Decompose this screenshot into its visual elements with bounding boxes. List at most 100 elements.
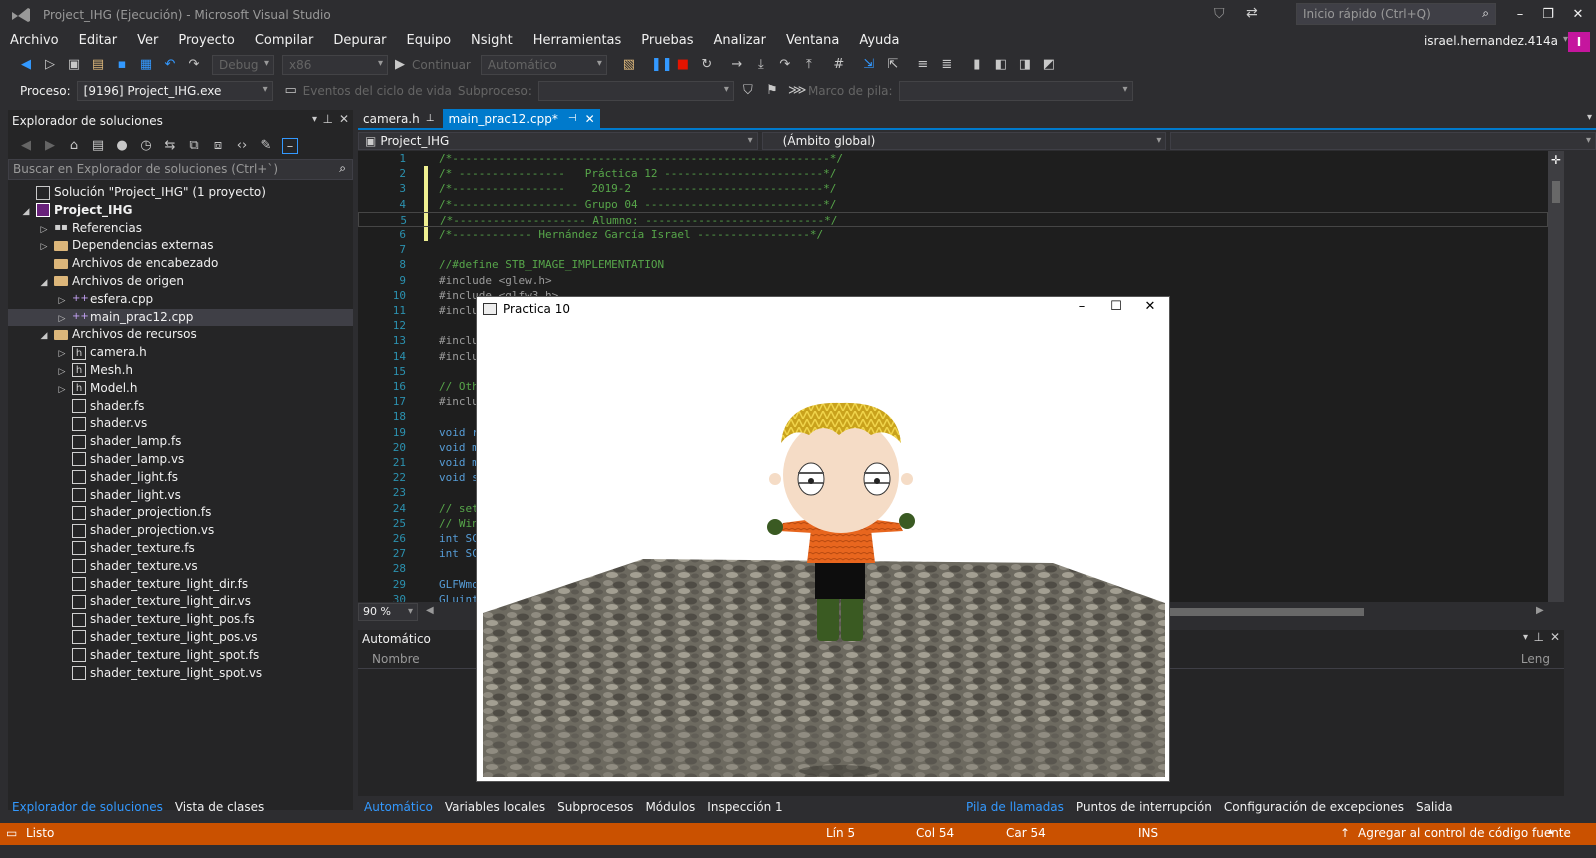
scroll-thumb[interactable] (1552, 181, 1560, 203)
clear-bookmarks-icon[interactable]: ◩ (1041, 57, 1057, 73)
debug-tab[interactable]: Inspección 1 (701, 797, 788, 817)
save-all-icon[interactable]: ▦ (138, 57, 154, 73)
solution-search-input[interactable]: Buscar en Explorador de soluciones (Ctrl… (8, 159, 353, 180)
hex-display-icon[interactable]: # (831, 57, 847, 73)
flag-icon[interactable]: ⚑ (764, 83, 780, 99)
back-icon[interactable]: ◀ (18, 138, 34, 154)
menu-item[interactable]: Compilar (245, 30, 323, 52)
column-name-header[interactable]: Nombre (372, 652, 420, 666)
avatar[interactable]: I (1568, 32, 1590, 52)
flag-filter-icon[interactable]: ⛉ (740, 83, 756, 99)
tree-item[interactable]: ◢ Archivos de origen (8, 273, 353, 291)
tree-item[interactable]: shader_texture_light_dir.fs (8, 576, 353, 594)
column-language-header[interactable]: Leng (1521, 652, 1550, 666)
tree-item[interactable]: shader_texture_light_spot.fs (8, 647, 353, 665)
lifecycle-events-button[interactable]: Eventos del ciclo de vida (303, 84, 452, 98)
tree-item[interactable]: shader_texture.fs (8, 540, 353, 558)
game-minimize-button[interactable]: – (1065, 297, 1099, 317)
menu-item[interactable]: Equipo (397, 30, 462, 52)
prev-bookmark-icon[interactable]: ◧ (993, 57, 1009, 73)
debug-tab[interactable]: Puntos de interrupción (1070, 797, 1218, 817)
tree-item[interactable]: ▷ h camera.h (8, 344, 353, 362)
attach-icon[interactable]: ▧ (621, 57, 637, 73)
chevron-down-icon[interactable]: ▾ (1523, 632, 1528, 643)
code-line[interactable]: 7 (358, 242, 1548, 257)
code-line[interactable]: 5 /*-------------------- Alumno: --------… (358, 211, 1548, 227)
menu-item[interactable]: Pruebas (631, 30, 703, 52)
stack-frame-dropdown[interactable] (898, 81, 1133, 101)
menu-item[interactable]: Editar (69, 30, 128, 52)
save-icon[interactable]: ▪ (114, 57, 130, 73)
restart-icon[interactable]: ↻ (699, 57, 715, 73)
thread-dropdown[interactable] (537, 81, 734, 101)
close-icon[interactable]: ✕ (585, 109, 595, 129)
tree-item[interactable]: shader_light.fs (8, 469, 353, 487)
code-line[interactable]: 8 //#define STB_IMAGE_IMPLEMENTATION (358, 257, 1548, 272)
tree-item[interactable]: shader_lamp.vs (8, 451, 353, 469)
threads-icon[interactable]: ⇲ (861, 57, 877, 73)
quick-launch-input[interactable]: Inicio rápido (Ctrl+Q) ⌕ (1296, 3, 1496, 25)
code-line[interactable]: 3 /*----------------- 2019-2 ------------… (358, 181, 1548, 196)
tree-item[interactable]: shader_texture_light_spot.vs (8, 665, 353, 683)
tree-item[interactable]: shader_light.vs (8, 487, 353, 505)
pin-icon[interactable]: ⊥ (1534, 630, 1544, 644)
tree-item[interactable]: shader_texture_light_dir.vs (8, 593, 353, 611)
show-threads-icon[interactable]: ⋙ (788, 83, 807, 99)
user-name[interactable]: israel.hernandez.414a (1424, 34, 1558, 48)
tree-item[interactable]: Solución "Project_IHG" (1 proyecto) (8, 184, 353, 202)
menu-item[interactable]: Analizar (703, 30, 775, 52)
debug-tab[interactable]: Subprocesos (551, 797, 639, 817)
zoom-dropdown[interactable]: 90 % (358, 603, 418, 621)
forward-icon[interactable]: ▶ (42, 138, 58, 154)
render-canvas[interactable] (483, 323, 1165, 777)
properties-icon[interactable]: ✎ (258, 138, 274, 154)
menu-item[interactable]: Ver (127, 30, 168, 52)
code-line[interactable]: 9 #include <glew.h> (358, 273, 1548, 288)
continue-button[interactable]: Continuar (412, 58, 471, 72)
debug-tab[interactable]: Módulos (639, 797, 701, 817)
platform-dropdown[interactable]: x86 (282, 55, 388, 75)
debug-target-dropdown[interactable]: Automático (480, 55, 607, 75)
next-bookmark-icon[interactable]: ◨ (1017, 57, 1033, 73)
show-next-statement-icon[interactable]: → (729, 57, 745, 73)
process-dropdown[interactable]: [9196] Project_IHG.exe (76, 81, 273, 101)
close-icon[interactable]: ✕ (1550, 630, 1560, 644)
menu-item[interactable]: Ventana (776, 30, 849, 52)
split-icon[interactable]: ✛ (1550, 153, 1562, 167)
editor-vertical-scrollbar[interactable]: ✛ (1548, 151, 1564, 602)
stop-icon[interactable]: ■ (675, 57, 691, 73)
debug-tab[interactable]: Automático (358, 797, 439, 817)
collapse-all-icon[interactable]: ⧉ (186, 138, 202, 154)
code-line[interactable]: 2 /* ---------------- Práctica 12 -------… (358, 166, 1548, 181)
home-icon[interactable]: ⌂ (66, 138, 82, 154)
horizontal-scroll-thumb[interactable] (1168, 608, 1364, 616)
debug-tab[interactable]: Configuración de excepciones (1218, 797, 1410, 817)
redo-icon[interactable]: ↷ (186, 57, 202, 73)
show-all-files-icon[interactable]: ⧈ (210, 138, 226, 154)
tree-item[interactable]: shader_texture.vs (8, 558, 353, 576)
tree-item[interactable]: shader.fs (8, 398, 353, 416)
game-window-titlebar[interactable]: Practica 10 – ☐ ✕ (477, 297, 1169, 321)
pin-icon[interactable]: ⊣ (568, 109, 577, 129)
pin-icon[interactable]: ⊥ (323, 112, 333, 126)
tree-item[interactable]: ◢ Archivos de recursos (8, 326, 353, 344)
undo-icon[interactable]: ↶ (162, 57, 178, 73)
view-code-icon[interactable]: ‹› (234, 138, 250, 154)
chevron-up-icon[interactable]: ▴ (1548, 826, 1553, 837)
switch-views-icon[interactable]: ▤ (90, 138, 106, 154)
tree-item[interactable]: ▷ h Model.h (8, 380, 353, 398)
tab-camera-h[interactable]: camera.h ⊥ (358, 109, 439, 129)
preview-icon[interactable]: – (282, 138, 298, 154)
git-icon[interactable]: ● (114, 138, 130, 154)
tree-item[interactable]: ▷ h Mesh.h (8, 362, 353, 380)
tab-list-icon[interactable]: ▾ (1587, 112, 1592, 123)
uncomment-icon[interactable]: ≣ (939, 57, 955, 73)
menu-item[interactable]: Nsight (461, 30, 523, 52)
stack-frames-icon[interactable]: ⇱ (885, 57, 901, 73)
game-window[interactable]: Practica 10 – ☐ ✕ (476, 296, 1170, 782)
scroll-left-icon[interactable]: ◀ (426, 605, 434, 616)
game-maximize-button[interactable]: ☐ (1099, 297, 1133, 317)
code-line[interactable]: 1 /*-------------------------------------… (358, 151, 1548, 166)
tab-solution-explorer[interactable]: Explorador de soluciones (8, 797, 167, 817)
scope-nav-dropdown[interactable]: (Ámbito global) (761, 132, 1167, 150)
